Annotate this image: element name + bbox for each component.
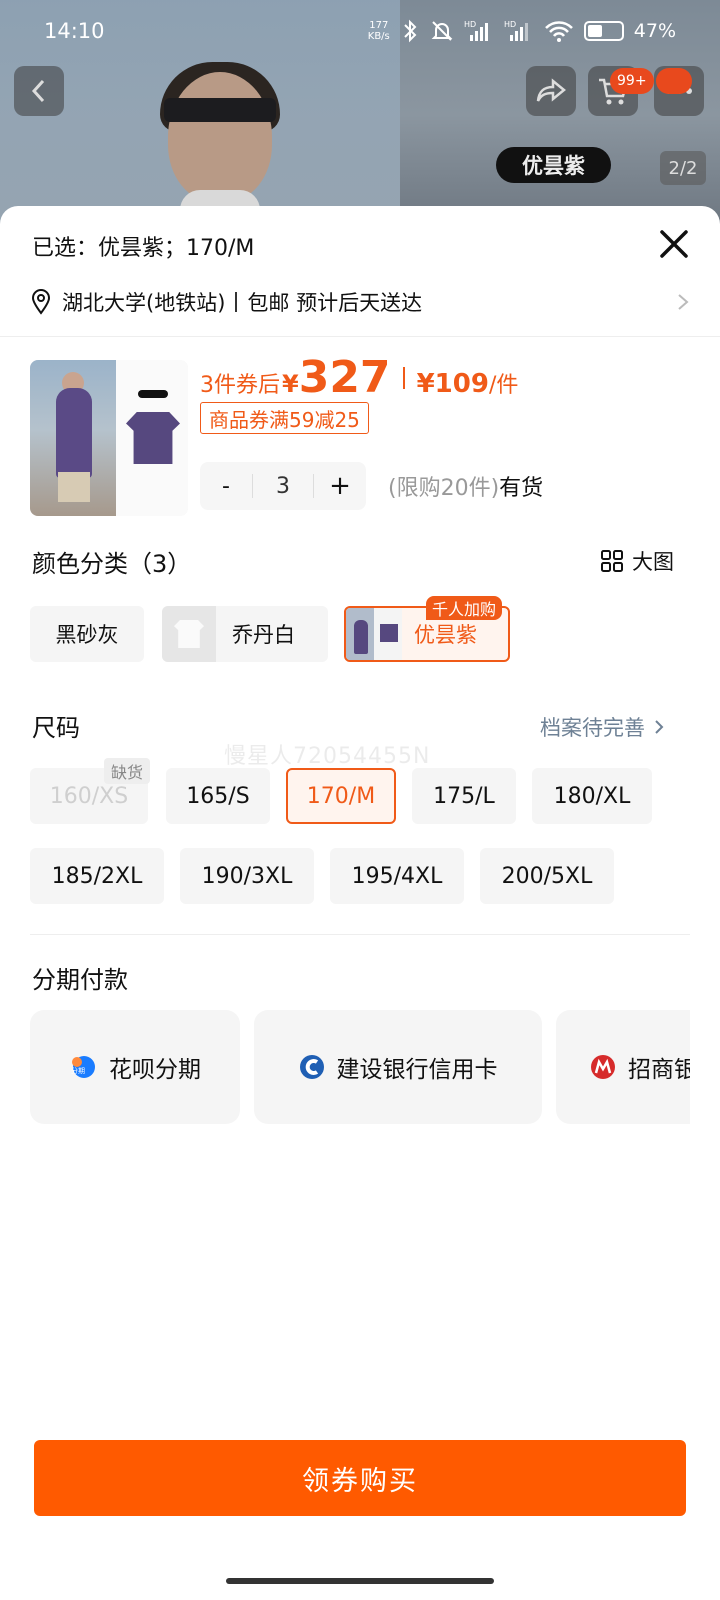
installment-option-label: 招商银行 xyxy=(628,1057,690,1083)
size-option-175-l[interactable]: 175/L xyxy=(412,768,516,824)
color-option-label: 黑砂灰 xyxy=(55,623,119,647)
address-separator xyxy=(235,292,238,312)
bluetooth-icon xyxy=(404,19,417,43)
quantity-value[interactable]: 3 xyxy=(252,474,314,499)
installment-option-cmb[interactable]: 招商银行 xyxy=(556,1010,690,1124)
price-separator xyxy=(402,366,405,389)
image-page-indicator: 2/2 xyxy=(660,151,706,185)
quantity-stepper: - 3 + xyxy=(200,462,366,510)
chevron-right-icon xyxy=(678,294,689,310)
ccb-icon xyxy=(299,1055,324,1079)
chevron-right-icon xyxy=(655,720,664,734)
out-of-stock-badge: 缺货 xyxy=(104,758,150,784)
share-icon xyxy=(536,78,566,102)
quantity-plus-button[interactable]: + xyxy=(314,462,366,510)
color-option-label: 乔丹白 xyxy=(232,623,295,647)
cart-count-badge: 99+ xyxy=(610,68,654,94)
color-thumbnail xyxy=(346,608,402,660)
grid-icon xyxy=(601,550,623,572)
chevron-left-icon xyxy=(31,79,45,103)
size-option-200-5xl[interactable]: 200/5XL xyxy=(480,848,614,904)
svg-text:HD: HD xyxy=(504,20,516,29)
stock-text: 有货 xyxy=(499,476,544,501)
variant-pill: 优昙紫 xyxy=(496,147,611,183)
color-option-label: 优昙紫 xyxy=(414,623,477,647)
unit-suffix: /件 xyxy=(488,373,519,398)
claim-coupon-buy-button[interactable]: 领券购买 xyxy=(34,1440,686,1516)
battery-percent: 47% xyxy=(633,20,676,42)
big-image-label: 大图 xyxy=(632,550,674,574)
back-button[interactable] xyxy=(14,66,64,116)
net-speed: 177 KB/s xyxy=(367,20,390,42)
status-bar: 14:10 177 KB/s HD HD 47% xyxy=(0,0,720,62)
size-option-195-4xl[interactable]: 195/4XL xyxy=(330,848,464,904)
shipping-text: 包邮 预计后天送达 xyxy=(247,291,423,315)
cmb-icon xyxy=(591,1055,615,1079)
location-pin-icon xyxy=(31,289,51,315)
signal-hd-icon: HD xyxy=(464,20,488,41)
size-option-190-3xl[interactable]: 190/3XL xyxy=(180,848,314,904)
big-image-toggle[interactable]: 大图 xyxy=(600,546,674,576)
popularity-badge: 千人加购 xyxy=(426,596,503,620)
quantity-minus-button[interactable]: - xyxy=(200,462,252,510)
installment-section-title: 分期付款 xyxy=(32,966,128,994)
installment-option-huabei[interactable]: 分期 花呗分期 xyxy=(30,1010,240,1124)
close-icon[interactable] xyxy=(654,224,694,264)
wifi-icon xyxy=(544,21,573,42)
svg-text:分期: 分期 xyxy=(71,1066,85,1075)
unit-price: ¥109 xyxy=(416,369,489,399)
signal-hd-icon: HD xyxy=(504,20,528,41)
installment-option-ccb[interactable]: 建设银行信用卡 xyxy=(254,1010,542,1124)
color-section-title: 颜色分类（3） xyxy=(32,550,192,578)
price-row: 3件券后 ¥ 327 ¥109 /件 xyxy=(200,352,518,403)
product-thumbnail[interactable] xyxy=(30,360,188,516)
size-option-185-2xl[interactable]: 185/2XL xyxy=(30,848,164,904)
size-option-170-m[interactable]: 170/M xyxy=(286,768,396,824)
address-text: 湖北大学(地铁站) xyxy=(62,291,226,315)
size-profile-link[interactable]: 档案待完善 xyxy=(540,712,665,742)
coupon-tag: 商品券满59减25 xyxy=(200,402,369,434)
divider xyxy=(0,336,720,337)
battery-icon xyxy=(583,21,624,41)
selected-summary: 已选：优昙紫；170/M xyxy=(32,236,255,261)
user-watermark: 慢星人72054455N xyxy=(224,744,431,769)
status-time: 14:10 xyxy=(44,19,105,43)
currency-symbol: ¥ xyxy=(282,370,299,398)
stock-status: (限购20件)有货 xyxy=(388,470,543,502)
installment-options-carousel[interactable]: 分期 花呗分期 建设银行信用卡 招商银行 xyxy=(30,1010,690,1124)
price-prefix: 3件券后 xyxy=(200,373,280,398)
size-option-165-s[interactable]: 165/S xyxy=(166,768,270,824)
installment-option-label: 花呗分期 xyxy=(109,1057,201,1083)
color-option-white[interactable]: 乔丹白 xyxy=(162,606,328,662)
installment-option-label: 建设银行信用卡 xyxy=(336,1057,498,1083)
size-profile-label: 档案待完善 xyxy=(540,716,645,740)
message-badge xyxy=(656,68,692,94)
huabei-icon: 分期 xyxy=(71,1056,95,1078)
color-option-black-gray[interactable]: 黑砂灰 xyxy=(30,606,144,662)
delivery-address-row[interactable]: 湖北大学(地铁站) 包邮 预计后天送达 xyxy=(30,284,690,320)
sku-selection-sheet: 已选：优昙紫；170/M 湖北大学(地铁站) 包邮 预计后天送达 3件券后 ¥ … xyxy=(0,206,720,1600)
color-thumbnail xyxy=(162,606,216,662)
divider xyxy=(30,934,690,935)
svg-text:HD: HD xyxy=(464,20,476,29)
size-option-180-xl[interactable]: 180/XL xyxy=(532,768,652,824)
purchase-limit: (限购20件) xyxy=(388,476,500,501)
share-button[interactable] xyxy=(526,66,576,116)
size-section-title: 尺码 xyxy=(32,714,80,742)
home-indicator[interactable] xyxy=(226,1578,494,1584)
total-price: 327 xyxy=(298,352,391,403)
mute-icon xyxy=(431,21,453,41)
